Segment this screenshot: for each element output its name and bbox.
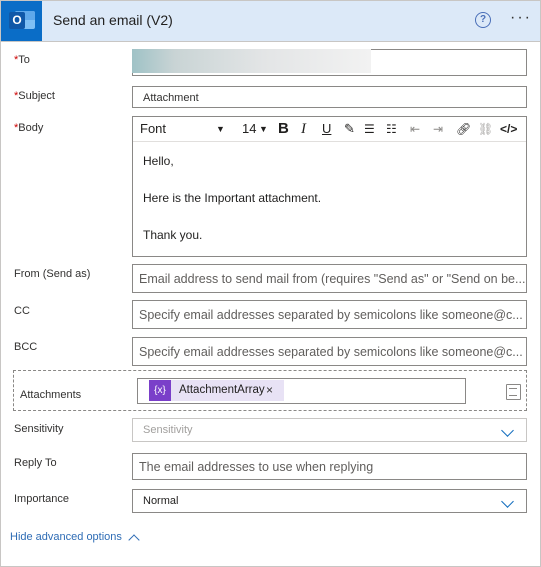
bullet-list-icon[interactable]: ☰ xyxy=(364,120,375,138)
expression-icon: {x} xyxy=(149,380,171,401)
editor-toolbar: Font ▼ 14 ▼ B I U ✎ ☰ ☷ ⇤ ⇥ 🔗︎ ⛓︎ </> xyxy=(133,117,526,142)
cc-input[interactable]: Specify email addresses separated by sem… xyxy=(132,300,527,329)
subject-input[interactable]: Attachment xyxy=(132,86,527,108)
card-header[interactable]: O Send an email (V2) ? ··· xyxy=(1,1,540,42)
importance-select[interactable]: Normal xyxy=(132,489,527,513)
table-view-icon[interactable] xyxy=(506,384,521,400)
body-line-1: Hello, xyxy=(143,154,174,168)
remove-token-icon[interactable]: × xyxy=(266,380,273,401)
to-redacted-value xyxy=(132,49,371,73)
attachments-label: Attachments xyxy=(20,389,82,401)
bcc-input[interactable]: Specify email addresses separated by sem… xyxy=(132,337,527,366)
italic-button[interactable]: I xyxy=(301,120,306,138)
token-label: AttachmentArray xyxy=(179,384,265,396)
size-select-chevron-icon[interactable]: ▼ xyxy=(259,120,268,138)
font-select-chevron-icon[interactable]: ▼ xyxy=(216,120,225,138)
body-label: *Body xyxy=(14,122,44,134)
body-editor[interactable]: Font ▼ 14 ▼ B I U ✎ ☰ ☷ ⇤ ⇥ 🔗︎ ⛓︎ </> He… xyxy=(132,116,527,257)
underline-button[interactable]: U xyxy=(322,120,331,138)
font-select[interactable]: Font xyxy=(140,120,166,138)
reply-to-input[interactable]: The email addresses to use when replying xyxy=(132,453,527,480)
code-view-icon[interactable]: </> xyxy=(500,120,517,138)
question-circle-icon[interactable]: ? xyxy=(475,12,491,28)
body-line-2: Here is the Important attachment. xyxy=(143,191,322,205)
sensitivity-label: Sensitivity xyxy=(14,423,64,435)
sensitivity-placeholder: Sensitivity xyxy=(143,424,193,436)
from-input[interactable]: Email address to send mail from (require… xyxy=(132,264,527,293)
cc-label: CC xyxy=(14,305,30,317)
action-title[interactable]: Send an email (V2) xyxy=(53,12,173,28)
link-icon[interactable]: 🔗︎ xyxy=(456,120,471,138)
importance-value: Normal xyxy=(143,495,179,507)
outdent-icon[interactable]: ⇤ xyxy=(410,120,420,138)
outlook-icon: O xyxy=(1,1,42,41)
chevron-down-icon[interactable] xyxy=(501,424,514,437)
highlight-pen-icon[interactable]: ✎ xyxy=(344,120,355,138)
bold-button[interactable]: B xyxy=(278,120,289,138)
reply-to-label: Reply To xyxy=(14,457,57,469)
size-select[interactable]: 14 xyxy=(242,120,256,138)
ellipsis-icon[interactable]: ··· xyxy=(510,9,532,27)
numbered-list-icon[interactable]: ☷ xyxy=(386,120,397,138)
importance-label: Importance xyxy=(14,493,70,505)
indent-icon[interactable]: ⇥ xyxy=(433,120,443,138)
subject-label: *Subject xyxy=(14,90,55,102)
attachment-array-token[interactable]: {x} AttachmentArray × xyxy=(149,380,284,401)
sensitivity-select[interactable]: Sensitivity xyxy=(132,418,527,442)
body-line-3: Thank you. xyxy=(143,228,203,242)
bcc-label: BCC xyxy=(14,341,38,353)
from-label: From (Send as) xyxy=(14,268,91,280)
unlink-icon[interactable]: ⛓︎ xyxy=(478,120,493,138)
to-label: *To xyxy=(14,54,30,66)
chevron-down-icon[interactable] xyxy=(501,495,514,508)
hide-advanced-options-link[interactable]: Hide advanced options xyxy=(10,531,122,543)
